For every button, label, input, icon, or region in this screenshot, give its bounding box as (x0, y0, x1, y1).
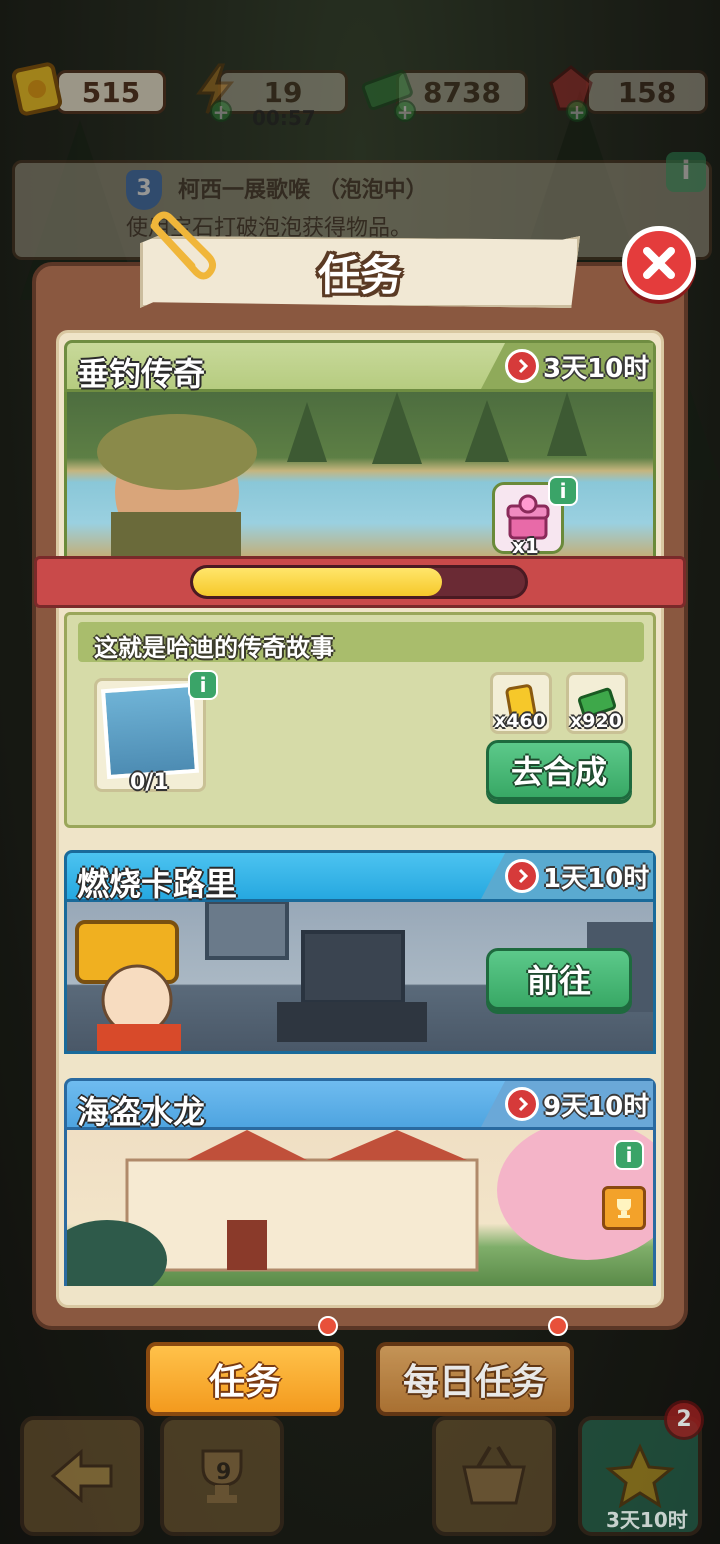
merge-button-label: 去合成 (510, 753, 607, 791)
clock-icon (505, 1087, 539, 1121)
tab-tasks-label: 任务 (208, 1362, 281, 1403)
event-timer: 3天10时 (606, 1508, 688, 1532)
star-icon (605, 1443, 675, 1509)
task-timer: 9天10时 (481, 1081, 653, 1127)
dialog-title: 任务 (317, 250, 402, 300)
arrow-left-icon (50, 1448, 113, 1504)
subtask-title: 这就是哈迪的传奇故事 (94, 634, 334, 662)
shop-button[interactable] (432, 1416, 556, 1536)
task-timer-text: 3天10时 (543, 353, 650, 384)
go-button-label: 前往 (526, 962, 591, 1000)
go-button[interactable]: 前往 (486, 948, 632, 1010)
task-timer-text: 9天10时 (543, 1091, 650, 1122)
task-card-header: 垂钓传奇 3天10时 (64, 340, 656, 393)
reward-quantity: x460 (494, 710, 546, 732)
task-name: 海盗水龙 (77, 1093, 206, 1131)
close-icon (643, 247, 675, 279)
chest-info-icon[interactable]: i (548, 476, 578, 506)
task-card-header: 燃烧卡路里 1天10时 (64, 850, 656, 903)
photo-card-icon (100, 682, 200, 780)
basket-icon (462, 1445, 526, 1505)
task-name: 燃烧卡路里 (77, 865, 238, 903)
item-info-icon[interactable]: i (188, 670, 218, 700)
merge-button[interactable]: 去合成 (486, 740, 632, 800)
close-button[interactable] (622, 226, 696, 300)
tasks-notification-dot (318, 1316, 338, 1336)
task-progress-bar (190, 565, 528, 599)
progress-fill (193, 568, 442, 596)
trophy-button[interactable]: 9 (160, 1416, 284, 1536)
trophy-reward-icon[interactable] (602, 1186, 646, 1230)
task-timer: 1天10时 (481, 853, 653, 899)
task-banner-image (64, 1130, 656, 1286)
task-card-header: 海盗水龙 9天10时 (64, 1078, 656, 1131)
tab-tasks[interactable]: 任务 (146, 1342, 344, 1416)
task-timer-text: 1天10时 (543, 863, 650, 894)
notification-badge: 2 (664, 1400, 704, 1440)
item-progress: 0/1 (130, 770, 169, 795)
subtask-header: 这就是哈迪的传奇故事 (78, 622, 644, 662)
clock-icon (505, 859, 539, 893)
reward-quantity: x920 (570, 710, 622, 732)
clock-icon (505, 349, 539, 383)
tab-daily-tasks[interactable]: 每日任务 (376, 1342, 574, 1416)
trophy-count: 9 (216, 1460, 232, 1485)
paperclip-icon (140, 208, 220, 288)
tab-daily-label: 每日任务 (402, 1362, 547, 1403)
task-banner-image (64, 392, 656, 556)
back-button[interactable] (20, 1416, 144, 1536)
chest-quantity: x1 (512, 534, 539, 558)
task-info-icon[interactable]: i (614, 1140, 644, 1170)
daily-notification-dot (548, 1316, 568, 1336)
task-name: 垂钓传奇 (77, 355, 206, 393)
task-timer: 3天10时 (481, 343, 653, 389)
